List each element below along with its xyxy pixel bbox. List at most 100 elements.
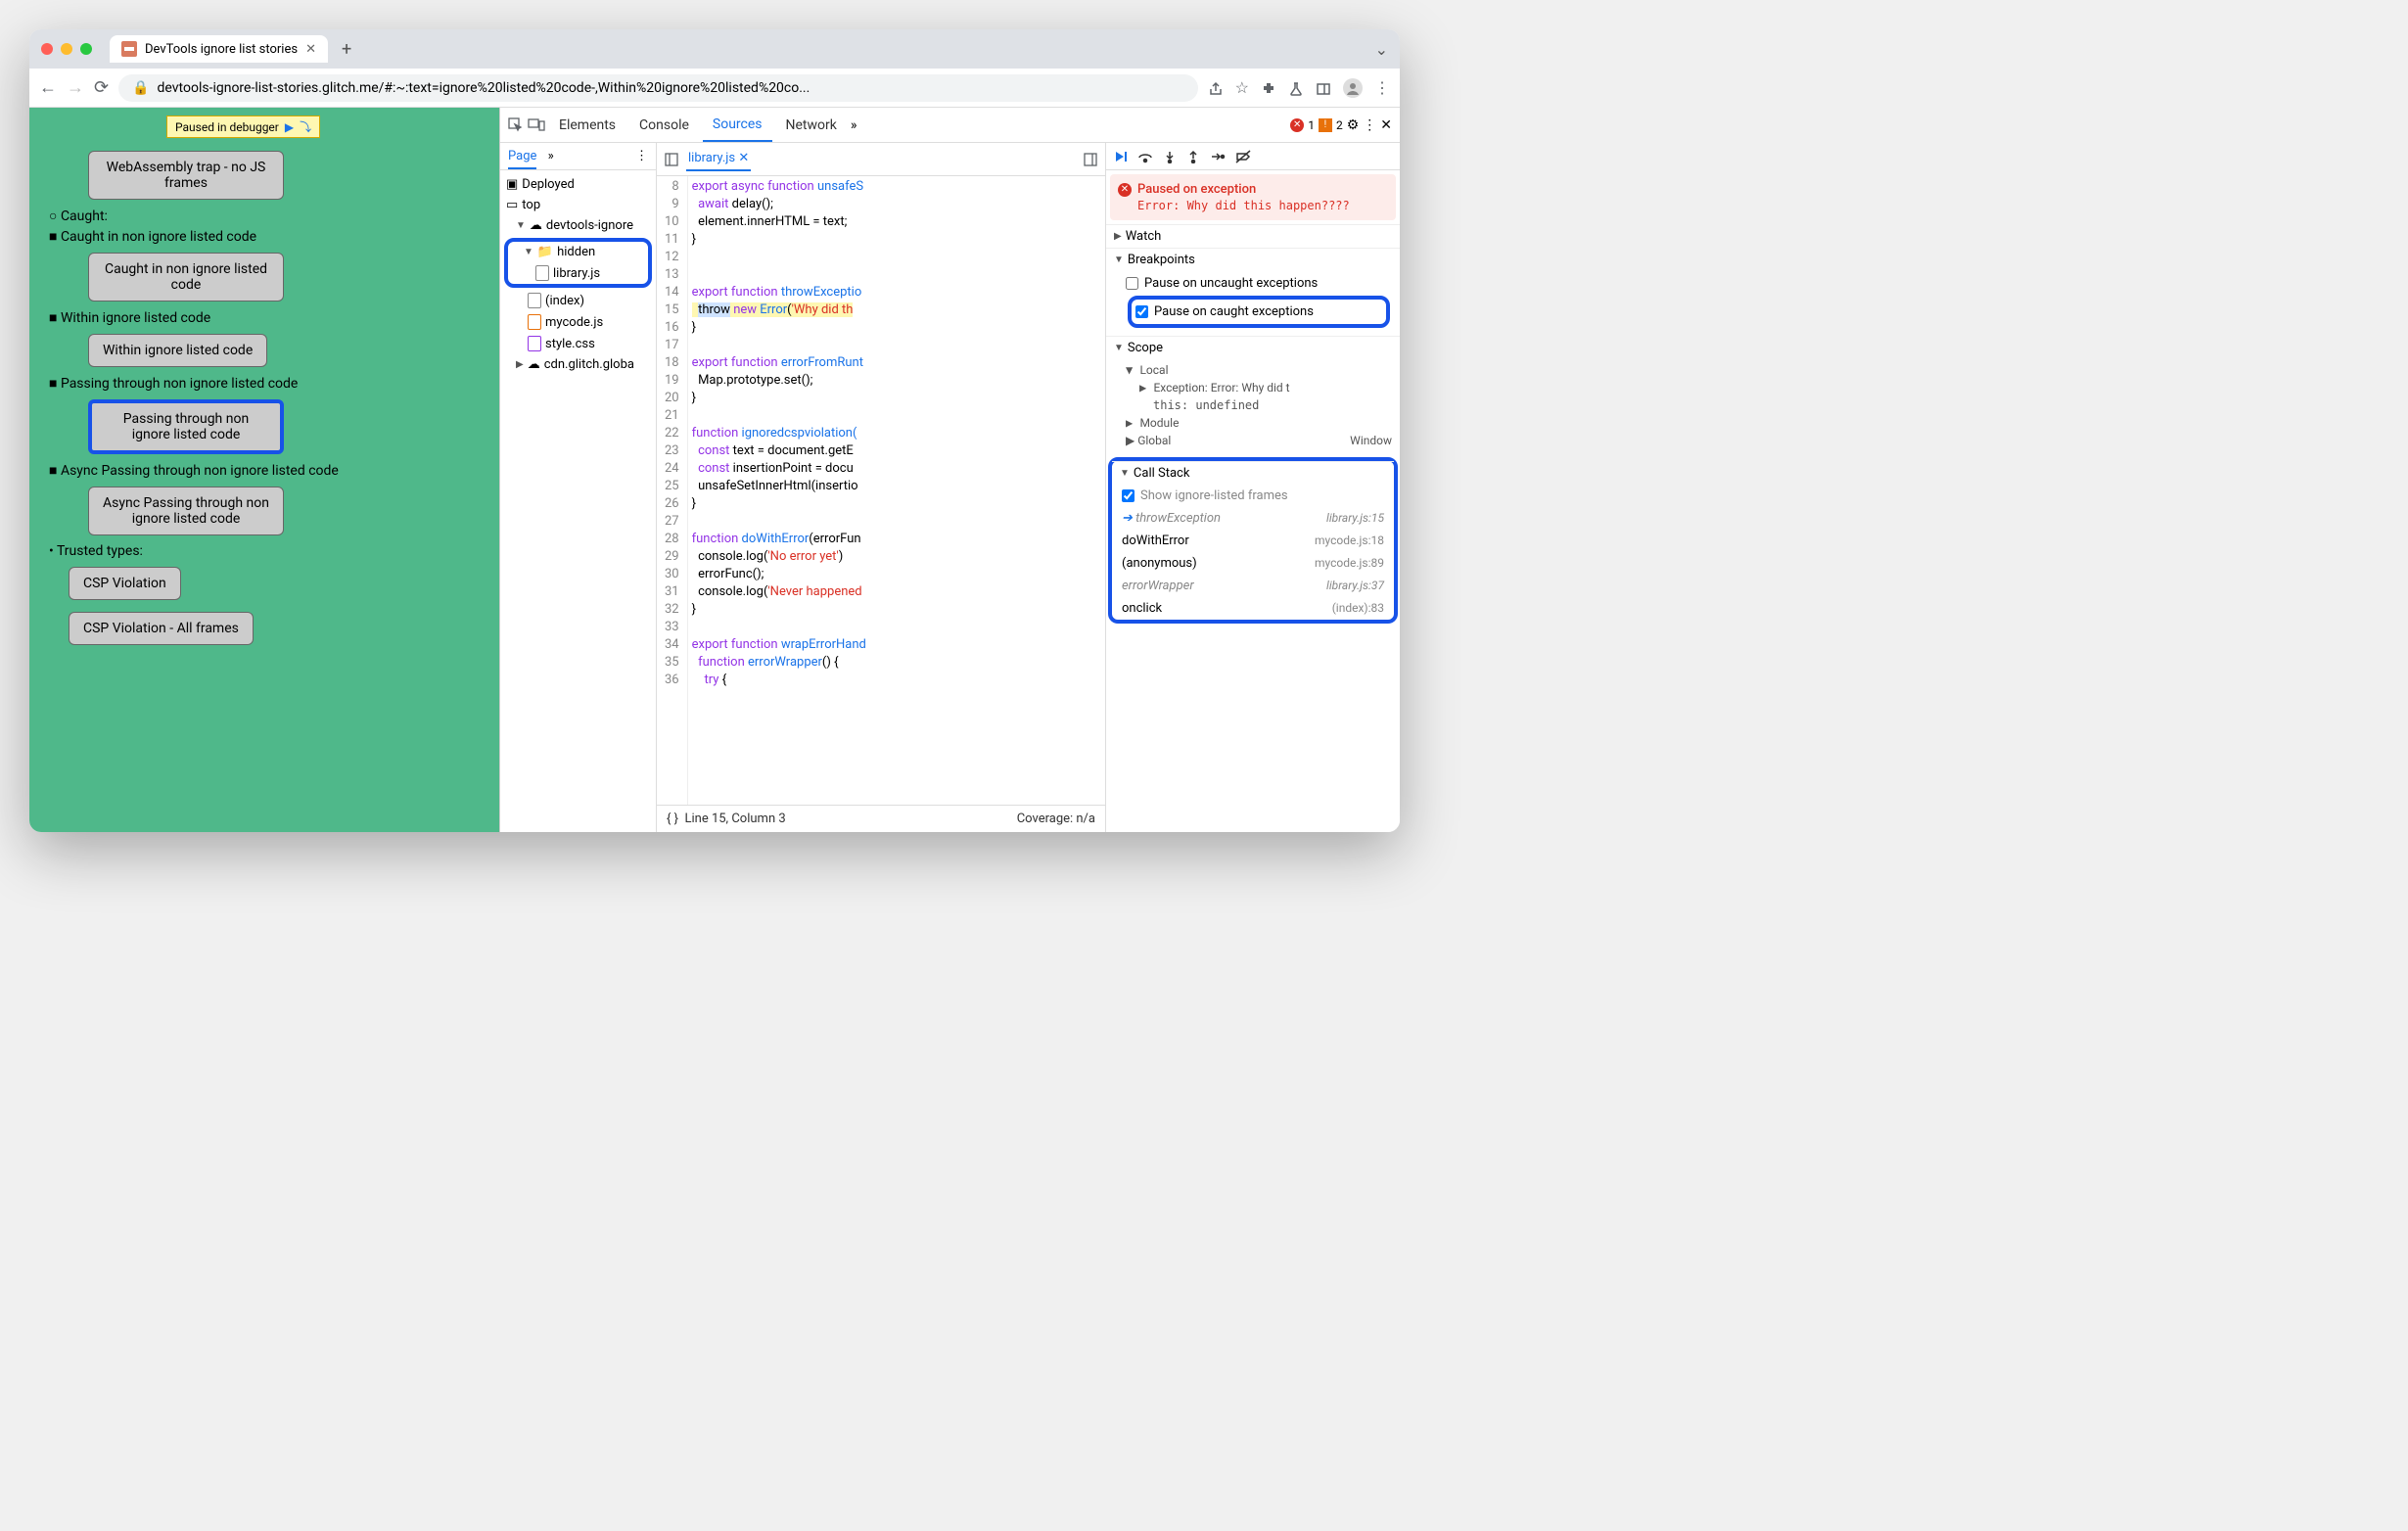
cloud-icon: ☁ xyxy=(530,218,542,233)
cloud-icon: ☁ xyxy=(528,357,540,372)
tab-close-icon[interactable]: ✕ xyxy=(305,42,316,57)
window-close-icon[interactable] xyxy=(41,43,53,55)
pause-uncaught-checkbox[interactable] xyxy=(1126,277,1138,290)
csp-violation-button[interactable]: CSP Violation xyxy=(69,567,181,600)
passing-label: Passing through non ignore listed code xyxy=(49,375,480,392)
pause-uncaught-row[interactable]: Pause on uncaught exceptions xyxy=(1126,273,1392,294)
debugger-pane: ✕Paused on exception Error: Why did this… xyxy=(1106,143,1400,832)
tab-network[interactable]: Network xyxy=(776,110,847,141)
webassembly-button[interactable]: WebAssembly trap - no JS frames xyxy=(88,151,284,200)
pause-caught-checkbox[interactable] xyxy=(1135,305,1148,318)
tab-console[interactable]: Console xyxy=(629,110,699,141)
back-button[interactable]: ← xyxy=(39,77,57,98)
scope-local[interactable]: ▼ Local xyxy=(1126,361,1392,379)
more-subtabs-icon[interactable]: » xyxy=(548,149,554,163)
share-icon[interactable] xyxy=(1208,78,1224,97)
sidebar-toggle-icon[interactable] xyxy=(665,152,678,166)
forward-button: → xyxy=(67,77,84,98)
extensions-icon[interactable] xyxy=(1261,78,1276,97)
paused-reason: Paused on exception xyxy=(1137,182,1256,197)
tree-index-file[interactable]: (index) xyxy=(500,290,656,311)
breakpoints-section[interactable]: ▼Breakpoints xyxy=(1106,248,1400,271)
step-over-button[interactable] xyxy=(1137,149,1153,163)
pause-banner: ✕Paused on exception Error: Why did this… xyxy=(1110,174,1396,220)
tree-origin[interactable]: ▼☁devtools-ignore xyxy=(500,215,656,236)
tree-cdn[interactable]: ▶☁cdn.glitch.globa xyxy=(500,354,656,375)
code-editor[interactable]: 8910111213141516171819202122232425262728… xyxy=(657,176,1105,805)
page-subtab[interactable]: Page xyxy=(508,149,536,169)
step-icon[interactable]: ⤵ xyxy=(300,118,311,135)
caught-non-ignore-label: Caught in non ignore listed code xyxy=(49,228,480,245)
callstack-frame[interactable]: ➔ throwExceptionlibrary.js:15 xyxy=(1112,507,1394,530)
close-devtools-icon[interactable]: ✕ xyxy=(1380,117,1392,133)
url-text: devtools-ignore-list-stories.glitch.me/#… xyxy=(158,80,810,96)
window-minimize-icon[interactable] xyxy=(61,43,72,55)
frame-icon: ▭ xyxy=(506,198,518,212)
bookmark-icon[interactable]: ☆ xyxy=(1235,78,1249,97)
callstack-frame[interactable]: errorWrapperlibrary.js:37 xyxy=(1112,575,1394,597)
pause-caught-row[interactable]: Pause on caught exceptions xyxy=(1135,302,1382,322)
tree-mycode-file[interactable]: mycode.js xyxy=(500,311,656,333)
within-ignore-button[interactable]: Within ignore listed code xyxy=(88,334,267,367)
kebab-icon[interactable]: ⋮ xyxy=(1363,117,1376,133)
format-icon[interactable]: { } xyxy=(667,812,678,826)
device-icon[interactable] xyxy=(528,116,545,132)
resume-icon[interactable]: ▶ xyxy=(285,120,294,134)
tree-hidden-folder[interactable]: ▼📁hidden xyxy=(508,242,648,262)
new-tab-button[interactable]: + xyxy=(342,39,351,60)
tab-elements[interactable]: Elements xyxy=(549,110,625,141)
deactivate-bp-button[interactable] xyxy=(1235,149,1251,163)
show-ignored-checkbox[interactable] xyxy=(1122,489,1135,502)
panel-icon[interactable] xyxy=(1316,78,1331,97)
window-maximize-icon[interactable] xyxy=(80,43,92,55)
close-file-icon[interactable]: ✕ xyxy=(738,151,749,165)
menu-icon[interactable]: ⋮ xyxy=(1374,78,1390,97)
debugger-toggle-icon[interactable] xyxy=(1084,152,1097,166)
more-tabs-icon[interactable]: » xyxy=(851,117,857,133)
show-ignored-row[interactable]: Show ignore-listed frames xyxy=(1112,485,1394,507)
editor-status-bar: { } Line 15, Column 3 Coverage: n/a xyxy=(657,805,1105,832)
step-into-button[interactable] xyxy=(1163,149,1177,163)
tab-sources[interactable]: Sources xyxy=(703,109,772,142)
error-count[interactable]: ✕1 xyxy=(1290,118,1315,132)
watch-section[interactable]: ▶Watch xyxy=(1106,224,1400,248)
settings-icon[interactable]: ⚙ xyxy=(1347,117,1360,133)
callstack-frame[interactable]: onclick(index):83 xyxy=(1112,597,1394,620)
callstack-frame[interactable]: doWithErrormycode.js:18 xyxy=(1112,530,1394,552)
profile-icon[interactable] xyxy=(1343,77,1363,98)
tab-title: DevTools ignore list stories xyxy=(145,42,298,57)
within-ignore-label: Within ignore listed code xyxy=(49,309,480,326)
open-file-tab[interactable]: library.js ✕ xyxy=(686,147,751,171)
reload-button[interactable]: ⟳ xyxy=(94,77,109,98)
inspect-icon[interactable] xyxy=(508,116,524,132)
tree-style-file[interactable]: style.css xyxy=(500,333,656,354)
callstack-section[interactable]: ▼Call Stack xyxy=(1112,461,1394,485)
browser-tab[interactable]: DevTools ignore list stories ✕ xyxy=(110,35,328,63)
step-out-button[interactable] xyxy=(1186,149,1200,163)
warning-count[interactable]: !2 xyxy=(1319,118,1343,132)
css-file-icon xyxy=(528,336,541,351)
labs-icon[interactable] xyxy=(1288,78,1304,97)
scope-global[interactable]: ▶ GlobalWindow xyxy=(1126,432,1392,449)
tree-deployed[interactable]: ▣Deployed xyxy=(500,174,656,195)
step-button[interactable] xyxy=(1210,149,1226,163)
coverage-status: Coverage: n/a xyxy=(1017,812,1095,826)
csp-violation-all-button[interactable]: CSP Violation - All frames xyxy=(69,612,254,645)
url-input[interactable]: 🔒 devtools-ignore-list-stories.glitch.me… xyxy=(118,74,1198,102)
error-icon: ✕ xyxy=(1118,183,1132,197)
cursor-position: Line 15, Column 3 xyxy=(684,812,785,826)
caught-non-ignore-button[interactable]: Caught in non ignore listed code xyxy=(88,253,284,302)
lock-icon: 🔒 xyxy=(132,80,149,96)
tab-dropdown-icon[interactable]: ⌄ xyxy=(1375,40,1388,59)
scope-section[interactable]: ▼Scope xyxy=(1106,336,1400,359)
callstack-frame[interactable]: (anonymous)mycode.js:89 xyxy=(1112,552,1394,575)
tree-top[interactable]: ▭top xyxy=(500,195,656,215)
tree-library-file[interactable]: library.js xyxy=(508,262,648,284)
scope-exception[interactable]: ▶ Exception: Error: Why did t xyxy=(1126,379,1392,396)
scope-module[interactable]: ▶ Module xyxy=(1126,414,1392,432)
resume-button[interactable] xyxy=(1114,149,1128,163)
navigator-kebab-icon[interactable]: ⋮ xyxy=(635,149,648,163)
passing-button[interactable]: Passing through non ignore listed code xyxy=(88,399,284,454)
async-button[interactable]: Async Passing through non ignore listed … xyxy=(88,487,284,535)
devtools-panel: Elements Console Sources Network » ✕1 !2… xyxy=(499,108,1400,832)
